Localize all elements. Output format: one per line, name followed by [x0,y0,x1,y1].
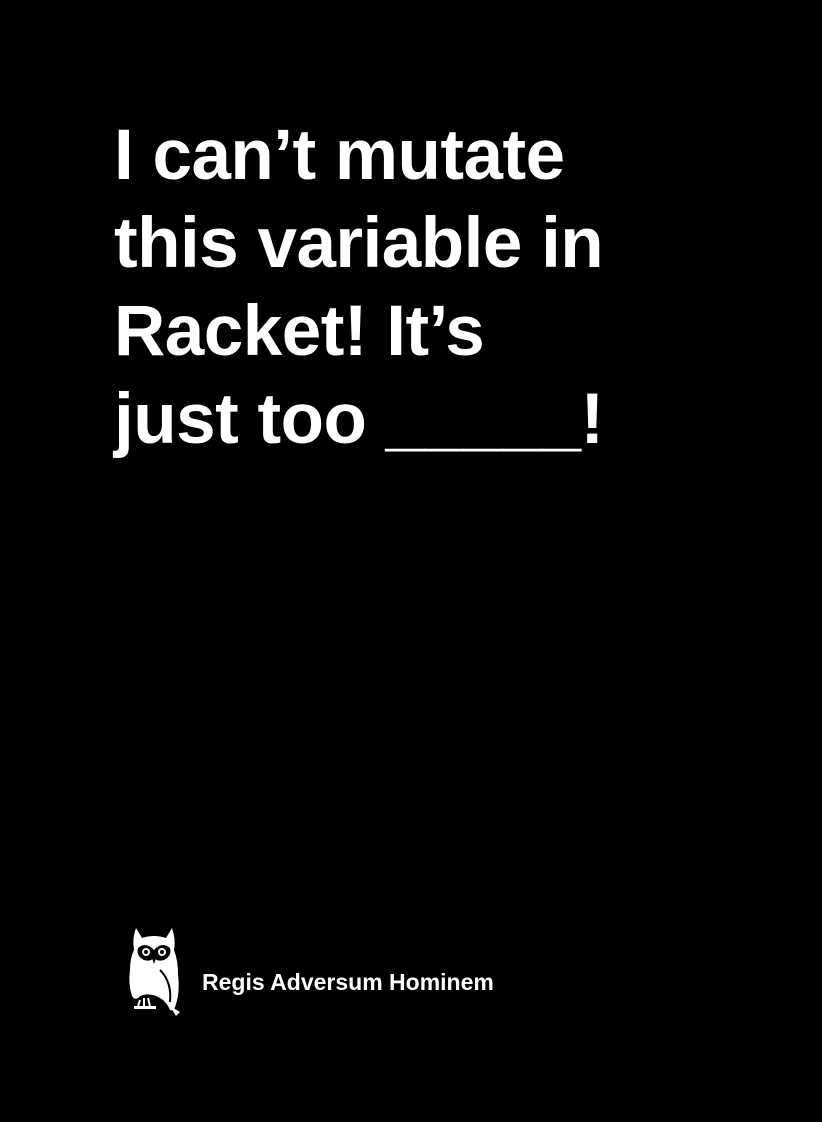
card-prompt: I can’t mutate this variable in Racket! … [114,112,714,464]
owl-icon [129,928,180,1016]
prompt-line-1: I can’t mutate [114,116,565,195]
prompt-line-2: this variable in [114,204,604,283]
card-footer: Regis Adversum Hominem [126,926,494,1016]
prompt-card: I can’t mutate this variable in Racket! … [0,0,822,1122]
prompt-line-3: Racket! It’s [114,292,485,371]
brand-name: Regis Adversum Hominem [202,968,494,995]
prompt-line-4: just too _____! [114,380,604,459]
